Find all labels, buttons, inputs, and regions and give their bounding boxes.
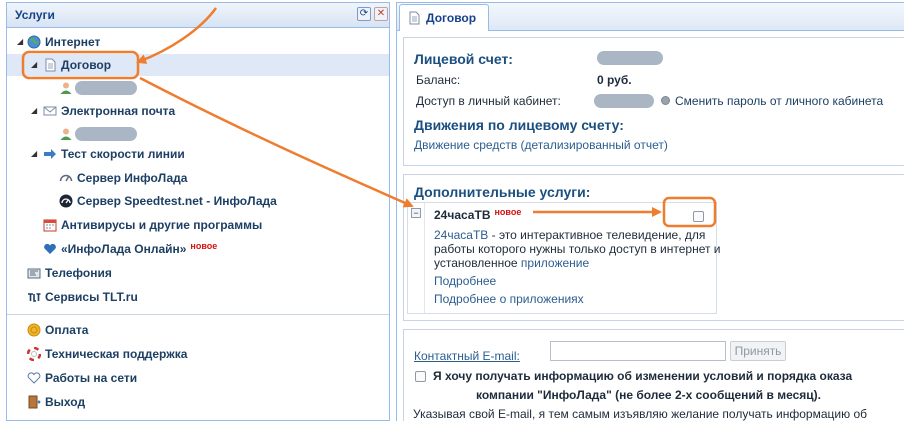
- tree-item-email[interactable]: ◢ Электронная почта: [7, 100, 389, 122]
- document-icon: [45, 58, 56, 72]
- movements-title: Движения по лицевому счету:: [414, 117, 624, 133]
- tab-label: Договор: [426, 11, 477, 25]
- tree-item-email-user[interactable]: [7, 123, 389, 145]
- more-link[interactable]: Подробнее: [434, 274, 496, 288]
- tree-item-internet[interactable]: ◢ Интернет: [7, 31, 389, 53]
- tree-item-label: «ИнфоЛада Онлайн»: [61, 242, 187, 256]
- contact-email-input[interactable]: [550, 341, 726, 361]
- user-icon: [60, 128, 72, 140]
- speedtest-icon: [59, 194, 73, 208]
- service-desc-line2: работы которого нужны только доступ в ин…: [434, 242, 721, 256]
- tree-item-server-infolada[interactable]: Сервер ИнфоЛада: [7, 167, 389, 189]
- change-password-link[interactable]: Сменить пароль от личного кабинета: [675, 94, 883, 108]
- redacted-email: [75, 127, 137, 141]
- contact-email-label[interactable]: Контактный E-mail:: [414, 349, 520, 363]
- expand-arrow-icon[interactable]: ◢: [31, 54, 37, 76]
- calendar-icon: [43, 219, 57, 232]
- user-icon: [60, 82, 72, 94]
- redacted-login: [594, 94, 654, 108]
- tree-item-label: Интернет: [45, 35, 101, 49]
- tree-item-speedtest[interactable]: ◢ Тест скорости линии: [7, 143, 389, 165]
- service-desc-line1: - это интерактивное телевидение, для: [488, 228, 706, 242]
- panel-divider: [7, 314, 389, 315]
- document-icon: [409, 11, 420, 25]
- service-desc-link[interactable]: 24часаТВ: [434, 228, 488, 242]
- menu-item-label: Техническая поддержка: [45, 347, 188, 361]
- menu-item-exit[interactable]: Выход: [7, 391, 389, 413]
- tree-item-label: Сервер Speedtest.net - ИнфоЛада: [77, 194, 277, 208]
- tree-item-online[interactable]: «ИнфоЛада Онлайн» новое: [7, 238, 389, 260]
- new-badge: новое: [494, 207, 522, 217]
- app-link[interactable]: приложение: [521, 256, 589, 270]
- tree-item-antivirus[interactable]: Антивирусы и другие программы: [7, 214, 389, 236]
- speed-arrow-icon: [44, 149, 56, 159]
- phone-icon: [27, 268, 41, 279]
- menu-item-label: Оплата: [45, 323, 89, 337]
- service-desc-line3: установленное: [434, 256, 521, 270]
- refresh-icon[interactable]: ⟳: [357, 7, 371, 21]
- menu-item-label: Выход: [45, 395, 86, 409]
- coin-icon: [27, 323, 41, 337]
- tree-item-label: Сервер ИнфоЛада: [77, 171, 188, 185]
- email-notice: Указывая свой E-mail, я тем самым изъявл…: [413, 407, 867, 421]
- tab-contract[interactable]: Договор: [399, 4, 489, 31]
- balance-label: Баланс:: [416, 73, 461, 87]
- services-panel: Услуги ⟳ ✕ ◢ Интернет ◢ Договор ◢ Электр…: [6, 2, 390, 421]
- bullet-icon: [661, 96, 670, 105]
- collapse-icon[interactable]: −: [411, 208, 421, 218]
- door-exit-icon: [28, 395, 41, 409]
- services-panel-header: Услуги ⟳ ✕: [7, 3, 389, 28]
- tree-item-tlt[interactable]: Сервисы TLT.ru: [7, 286, 389, 308]
- service-gutter: [424, 203, 425, 313]
- accept-button[interactable]: Принять: [730, 341, 786, 361]
- close-icon[interactable]: ✕: [374, 7, 388, 21]
- service-24tv: − 24часаТВ новое 24часаТВ - это интеракти…: [407, 202, 721, 314]
- tree-item-label: Телефония: [45, 266, 112, 280]
- tree-item-label: Антивирусы и другие программы: [61, 218, 263, 232]
- menu-item-label: Работы на сети: [45, 371, 138, 385]
- contract-panel: Договор Лицевой счет: Баланс: 0 руб. Дос…: [396, 2, 904, 421]
- tree-item-server-speedtest[interactable]: Сервер Speedtest.net - ИнфоЛада: [7, 190, 389, 212]
- more-apps-link[interactable]: Подробнее о приложениях: [434, 292, 584, 306]
- menu-item-network-works[interactable]: Работы на сети: [7, 367, 389, 389]
- movements-report-link[interactable]: Движение средств (детализированный отчет…: [414, 138, 668, 152]
- cabinet-access-label: Доступ в личный кабинет:: [416, 94, 561, 108]
- new-badge: новое: [190, 241, 218, 251]
- extra-services-title: Дополнительные услуги:: [414, 184, 591, 200]
- gauge-icon: [59, 174, 73, 182]
- balance-value: 0 руб.: [597, 73, 632, 87]
- consent-checkbox[interactable]: [415, 371, 426, 382]
- tree-item-label: Тест скорости линии: [61, 147, 185, 161]
- tree-item-label: Сервисы TLT.ru: [45, 290, 138, 304]
- tree-item-contract-user[interactable]: [7, 77, 389, 99]
- expand-arrow-icon[interactable]: ◢: [31, 143, 37, 165]
- redacted-account-number: [597, 51, 663, 65]
- tree-item-label: Договор: [61, 58, 112, 72]
- redacted-account: [75, 81, 137, 95]
- service-checkbox[interactable]: [693, 211, 704, 222]
- heart-icon: [44, 243, 56, 254]
- consent-line1: Я хочу получать информацию об изменении …: [433, 369, 853, 383]
- tab-strip: Договор: [397, 3, 904, 31]
- consent-line2: компании "ИнфоЛада" (не более 2-х сообще…: [476, 388, 821, 402]
- heart-outline-icon: [27, 372, 41, 384]
- expand-arrow-icon[interactable]: ◢: [31, 100, 37, 122]
- account-section: Лицевой счет: Баланс: 0 руб. Доступ в ли…: [403, 37, 904, 166]
- tree-item-label: Электронная почта: [61, 104, 176, 118]
- expand-arrow-icon[interactable]: ◢: [17, 31, 23, 53]
- service-name: 24часаТВ: [434, 208, 491, 222]
- tree-item-contract[interactable]: ◢ Договор: [7, 54, 389, 76]
- globe-icon: [27, 35, 41, 49]
- envelope-icon: [43, 106, 57, 116]
- account-title: Лицевой счет:: [414, 51, 513, 67]
- tlt-logo-icon: [28, 293, 41, 302]
- services-panel-title: Услуги: [15, 8, 55, 22]
- tree-item-telephony[interactable]: Телефония: [7, 262, 389, 284]
- menu-item-payment[interactable]: Оплата: [7, 319, 389, 341]
- menu-item-support[interactable]: Техническая поддержка: [7, 343, 389, 365]
- lifebuoy-icon: [27, 347, 41, 361]
